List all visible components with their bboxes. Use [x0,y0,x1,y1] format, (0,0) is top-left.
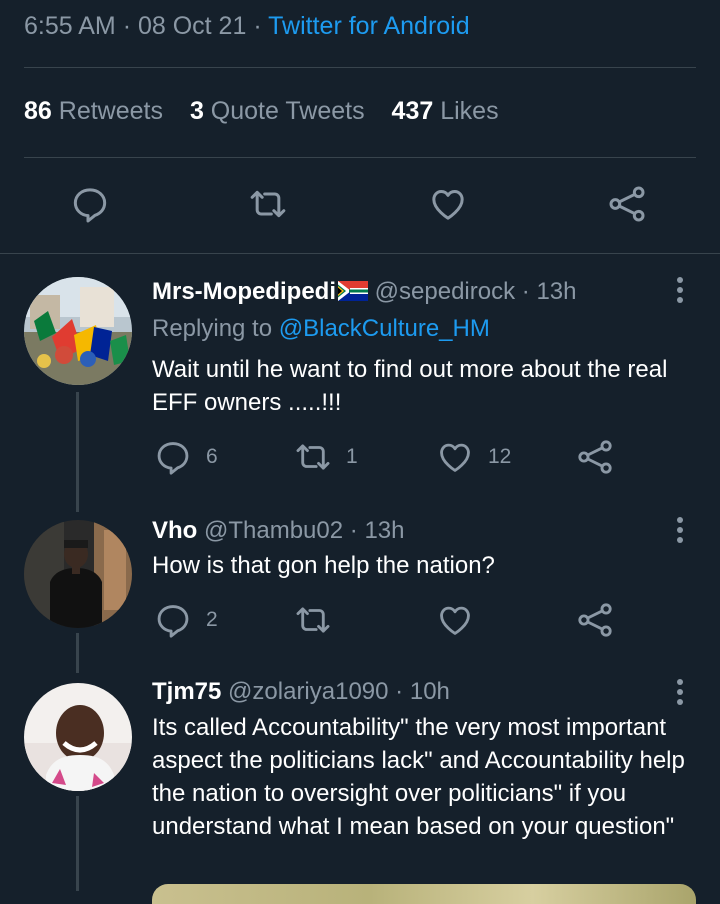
reply-header: Mrs-Mopedipedi @sepedirock · 13h [152,278,577,305]
like-button[interactable]: 12 [436,435,511,479]
avatar[interactable] [24,520,132,628]
tweet-action-bar [0,178,720,234]
reply-text: How is that gon help the nation? [152,552,495,579]
avatar[interactable] [24,277,132,385]
retweet-count: 1 [346,445,358,468]
replying-to: Replying to @BlackCulture_HM [152,315,490,342]
reply-text: Wait until he want to find out more abou… [152,356,668,416]
reply-header: Vho @Thambu02 · 13h [152,517,405,544]
share-button[interactable] [607,184,651,228]
more-icon [677,517,683,543]
likes-stat[interactable]: 437 Likes [392,97,499,125]
tweet-date: 08 Oct 21 [137,12,247,40]
display-name[interactable]: Vho [152,517,197,544]
meta-separator: · [122,12,132,40]
reply-icon [157,442,189,475]
more-icon [677,679,683,705]
share-icon [609,186,645,222]
retweet-icon [296,444,330,470]
reply-icon [73,188,107,223]
like-icon [440,606,470,635]
divider [0,253,720,254]
share-icon [578,440,612,474]
share-icon [578,603,612,637]
more-options-button[interactable] [668,273,692,307]
reply-count: 6 [206,445,218,468]
south-africa-flag-icon [338,281,368,301]
thread-line [76,796,79,891]
retweet-button[interactable]: 1 [294,435,358,479]
more-options-button[interactable] [668,513,692,547]
reply-text: Its called Accountability" the very most… [152,714,685,840]
reply-header: Tjm75 @zolariya1090 · 10h [152,678,450,705]
reply-time: 13h [364,517,405,544]
reply-button[interactable]: 6 [154,435,218,479]
avatar-image [24,277,132,385]
tweet-meta: 6:55 AM · 08 Oct 21 · Twitter for Androi… [24,12,470,41]
tweet-time: 6:55 AM [24,12,116,40]
user-handle[interactable]: @sepedirock [375,278,515,305]
reply-time: 13h [536,278,577,305]
display-name[interactable]: Tjm75 [152,678,221,705]
reply-time: 10h [409,678,450,705]
retweets-stat[interactable]: 86 Retweets [24,97,163,125]
reply-button[interactable] [70,184,114,228]
meta-separator: · [253,12,262,40]
thread-line [76,633,79,673]
reply-count: 2 [206,608,218,631]
reply-media-image[interactable] [152,884,696,904]
more-icon [677,277,683,303]
retweet-button[interactable] [294,598,346,642]
thread-line [76,392,79,512]
like-icon [432,190,464,220]
like-icon [440,443,470,472]
quote-tweets-stat[interactable]: 3 Quote Tweets [190,97,365,125]
like-button[interactable] [428,184,472,228]
more-options-button[interactable] [668,675,692,709]
avatar-image [24,520,132,628]
reply-icon [157,605,189,638]
mention-link[interactable]: @BlackCulture_HM [279,315,490,342]
share-button[interactable] [576,598,628,642]
user-handle[interactable]: @Thambu02 [204,517,343,544]
display-name[interactable]: Mrs-Mopedipedi [152,278,336,305]
user-handle[interactable]: @zolariya1090 [228,678,388,705]
avatar-image [24,683,132,791]
retweet-icon [250,190,286,218]
tweet-stats: 86 Retweets 3 Quote Tweets 437 Likes [24,97,519,126]
share-button[interactable] [576,435,628,479]
divider [24,157,696,158]
reply-action-bar: 6 1 12 [152,435,632,479]
reply-button[interactable]: 2 [154,598,218,642]
avatar[interactable] [24,683,132,791]
retweet-icon [296,607,330,633]
tweet-client-link[interactable]: Twitter for Android [268,12,469,40]
retweet-button[interactable] [248,184,292,228]
like-count: 12 [488,445,512,468]
like-button[interactable] [436,598,488,642]
reply-action-bar: 2 [152,598,632,642]
divider [24,67,696,68]
